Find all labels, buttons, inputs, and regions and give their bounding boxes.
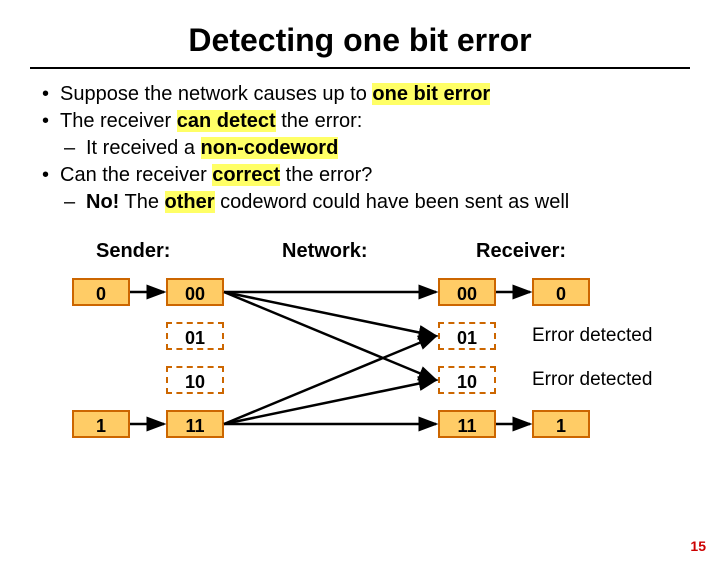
- bullet-1: Suppose the network causes up to one bit…: [42, 81, 690, 108]
- title-rule: [30, 67, 690, 69]
- code-01: 01: [166, 322, 224, 350]
- bullet-2a: It received a non-codeword: [42, 135, 690, 162]
- label-sender: Sender:: [96, 240, 170, 263]
- text: Can the receiver: [60, 164, 212, 186]
- recv-01: 01: [438, 322, 496, 350]
- out-0: 0: [532, 278, 590, 306]
- highlight: other: [165, 191, 215, 213]
- text: The: [119, 191, 164, 213]
- highlight: one bit error: [372, 83, 490, 105]
- sender-bit-1: 1: [72, 410, 130, 438]
- coding-diagram: Sender: Network: Receiver: 0 1 00 01 10 …: [30, 240, 690, 490]
- code-11: 11: [166, 410, 224, 438]
- recv-00: 00: [438, 278, 496, 306]
- slide-title: Detecting one bit error: [0, 22, 720, 59]
- out-err-10: Error detected: [532, 366, 652, 394]
- out-err-01: Error detected: [532, 322, 652, 350]
- code-00: 00: [166, 278, 224, 306]
- recv-10: 10: [438, 366, 496, 394]
- text: It received a: [86, 137, 201, 159]
- bullet-list: Suppose the network causes up to one bit…: [42, 81, 690, 216]
- highlight: can detect: [177, 110, 276, 132]
- bullet-3a: No! The other codeword could have been s…: [42, 189, 690, 216]
- code-10: 10: [166, 366, 224, 394]
- text: codeword could have been sent as well: [215, 191, 570, 213]
- sender-bit-0: 0: [72, 278, 130, 306]
- page-number: 15: [690, 538, 706, 554]
- out-1: 1: [532, 410, 590, 438]
- text: Suppose the network causes up to: [60, 83, 372, 105]
- bullet-2: The receiver can detect the error:: [42, 108, 690, 135]
- highlight: non-codeword: [201, 137, 339, 159]
- highlight: correct: [212, 164, 280, 186]
- text: the error?: [280, 164, 372, 186]
- label-receiver: Receiver:: [476, 240, 566, 263]
- bullet-3: Can the receiver correct the error?: [42, 162, 690, 189]
- label-network: Network:: [282, 240, 368, 263]
- recv-11: 11: [438, 410, 496, 438]
- text: The receiver: [60, 110, 177, 132]
- text: the error:: [276, 110, 363, 132]
- text-bold: No!: [86, 191, 119, 213]
